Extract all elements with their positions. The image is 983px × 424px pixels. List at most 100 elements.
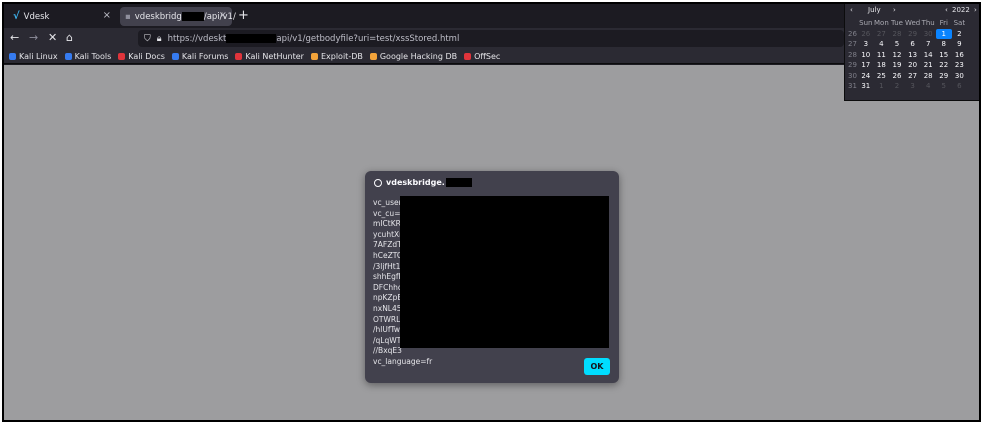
calendar-day[interactable]: 12 [889,50,905,61]
calendar-week-row: 31 31 1 2 3 4 5 6 [847,81,967,92]
calendar-day[interactable]: 5 [936,81,952,92]
calendar-grid: Sun Mon Tue Wed Thu Fri Sat 26 26 27 28 29 30 1 2 27 3 4 5… [847,18,967,92]
calendar-day[interactable]: 1 [874,81,890,92]
kali-icon [9,52,16,60]
calendar-day[interactable]: 22 [936,60,952,71]
forward-button[interactable]: → [29,31,38,44]
calendar-day[interactable]: 3 [905,81,921,92]
calendar-day[interactable]: 2 [889,81,905,92]
calendar-day[interactable]: 18 [874,60,890,71]
bookmark-kali-linux[interactable]: Kali Linux [9,52,58,61]
calendar-day[interactable]: 24 [858,71,874,82]
browser-window: √ Vdesk × ▪ vdeskbridg/api/v1/ × + ← → ✕… [2,2,981,422]
calendar-day[interactable]: 13 [905,50,921,61]
calendar-week-row: 30 24 25 26 27 28 29 30 [847,71,967,82]
calendar-day[interactable]: 11 [874,50,890,61]
week-number: 26 [848,29,857,38]
bookmark-kali-forums[interactable]: Kali Forums [171,52,228,61]
weekday-label: Fri [939,19,948,27]
new-tab-button[interactable]: + [238,8,249,23]
bookmark-offsec[interactable]: OffSec [464,52,500,61]
calendar-year: 2022 [952,6,970,14]
weekday-label: Wed [904,19,921,27]
alert-dialog: vdeskbridge. vc_user vc_cu=U mICtKR ycuhtXr… [365,171,619,383]
calendar-day[interactable]: 30 [952,71,968,82]
calendar-day[interactable]: 9 [952,39,968,50]
calendar-day[interactable]: 4 [920,81,936,92]
nav-toolbar: ← → ✕ ⌂ ⛉ 🔒︎ https://vdeskt api/v1/getbod… [4,28,979,49]
calendar-day[interactable]: 31 [858,81,874,92]
calendar-day[interactable]: 28 [889,29,905,40]
home-button[interactable]: ⌂ [66,31,73,44]
calendar-week-row: 26 26 27 28 29 30 1 2 [847,28,968,40]
calendar-day[interactable]: 8 [936,39,952,50]
bookmark-kali-nethunter[interactable]: Kali NetHunter [235,52,304,61]
calendar-day[interactable]: 19 [889,60,905,71]
calendar-day[interactable]: 10 [858,50,874,61]
weekday-label: Thu [921,19,935,27]
next-year-button[interactable]: › [974,6,977,14]
calendar-day[interactable]: 29 [936,71,952,82]
calendar-day[interactable]: 3 [858,39,874,50]
bookmark-kali-docs[interactable]: Kali Docs [118,52,165,61]
calendar-day[interactable]: 26 [889,71,905,82]
tab-strip: √ Vdesk × ▪ vdeskbridg/api/v1/ × + [4,4,979,28]
calendar-day[interactable]: 21 [920,60,936,71]
calendar-day[interactable]: 4 [874,39,890,50]
tab-vdeskbridge[interactable]: ▪ vdeskbridg/api/v1/ × [120,7,236,26]
calendar-day[interactable]: 2 [952,29,968,40]
calendar-day[interactable]: 15 [936,50,952,61]
next-month-button[interactable]: › [893,6,896,14]
week-number: 31 [848,82,857,90]
bookmark-kali-tools[interactable]: Kali Tools [64,52,111,61]
calendar-week-row: 27 3 4 5 6 7 8 9 [847,39,967,50]
close-tab-icon[interactable]: × [103,10,111,21]
calendar-day[interactable]: 27 [874,29,890,40]
calendar-day[interactable]: 1 [935,28,952,39]
exploit-db-icon [310,52,318,60]
calendar-day[interactable]: 17 [858,60,874,71]
calendar-header: ‹ July › ‹ 2022 › [845,6,979,17]
calendar-day[interactable]: 27 [905,71,921,82]
bookmark-exploit-db[interactable]: Exploit-DB [310,52,363,61]
calendar-day[interactable]: 23 [952,60,968,71]
calendar-day[interactable]: 16 [952,50,968,61]
lock-icon: 🔒︎ [156,33,162,44]
calendar-day[interactable]: 7 [920,39,936,50]
vdesk-logo-icon: √ [13,11,20,22]
calendar-widget: ‹ July › ‹ 2022 › Sun Mon Tue Wed Thu Fri Sat 2… [844,4,979,101]
dialog-origin: vdeskbridge. [374,178,472,187]
nethunter-icon [235,52,243,60]
prev-year-button[interactable]: ‹ [945,6,948,14]
offsec-icon [464,52,472,60]
calendar-day[interactable]: 5 [889,39,905,50]
calendar-day[interactable]: 14 [920,50,936,61]
calendar-week-row: 29 17 18 19 20 21 22 23 [847,60,967,71]
globe-icon [374,178,382,187]
tab-title: Vdesk [23,11,50,22]
calendar-day[interactable]: 26 [858,29,874,40]
calendar-day[interactable]: 6 [952,81,968,92]
ghdb-icon [369,52,377,60]
url-text: https://vdeskt api/v1/getbodyfile?uri=tes… [167,33,460,44]
prev-month-button[interactable]: ‹ [850,6,853,14]
calendar-day[interactable]: 20 [905,60,921,71]
redaction-mark [445,178,472,187]
close-tab-icon[interactable]: × [219,10,227,21]
calendar-day[interactable]: 6 [905,39,921,50]
back-button[interactable]: ← [10,31,19,44]
ok-button[interactable]: OK [584,358,610,375]
redaction-block [400,196,609,348]
calendar-day[interactable]: 30 [920,29,936,40]
week-number-header [847,18,858,29]
bookmarks-bar: Kali Linux Kali Tools Kali Docs Kali For… [4,49,979,64]
weekday-label: Sat [953,19,966,27]
calendar-day[interactable]: 25 [874,71,890,82]
bookmark-google-hacking-db[interactable]: Google Hacking DB [369,52,457,61]
url-bar[interactable]: ⛉ 🔒︎ https://vdeskt api/v1/getbodyfile?ur… [138,30,844,47]
docs-icon [118,52,126,60]
calendar-day[interactable]: 29 [905,29,921,40]
calendar-day[interactable]: 28 [920,71,936,82]
tab-vdesk[interactable]: √ Vdesk × [8,7,116,26]
stop-button[interactable]: ✕ [48,31,57,44]
